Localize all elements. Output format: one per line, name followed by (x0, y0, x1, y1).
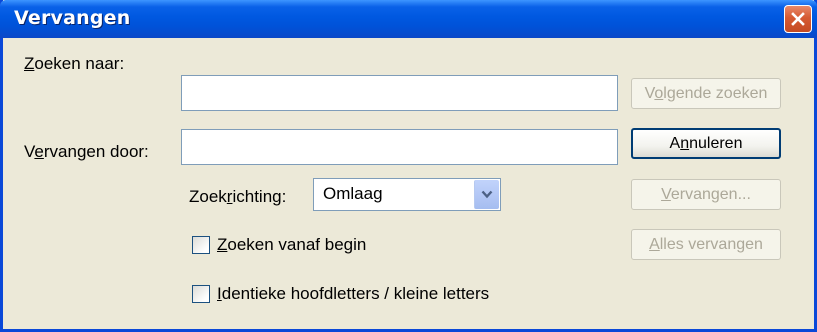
direction-selected-value: Omlaag (323, 184, 383, 203)
find-label: Zoeken naar: (24, 54, 125, 73)
replace-input[interactable] (181, 129, 618, 165)
from-start-checkbox[interactable] (192, 236, 210, 254)
direction-label: Zoekrichting: (189, 187, 287, 206)
dropdown-button[interactable] (474, 180, 499, 209)
replace-label: Vervangen door: (24, 142, 149, 161)
direction-select[interactable]: Omlaag (313, 178, 501, 211)
chevron-down-icon (481, 190, 493, 199)
find-input[interactable] (181, 75, 618, 111)
title-bar[interactable]: Vervangen (0, 0, 817, 38)
dialog-title: Vervangen (14, 7, 131, 29)
replace-button[interactable]: Vervangen... (631, 179, 781, 210)
cancel-button[interactable]: Annuleren (631, 128, 781, 159)
from-start-label[interactable]: Zoeken vanaf begin (217, 235, 366, 255)
close-icon (791, 12, 805, 26)
find-next-button[interactable]: Volgende zoeken (631, 78, 781, 109)
match-case-label[interactable]: Identieke hoofdletters / kleine letters (217, 284, 489, 304)
match-case-checkbox[interactable] (192, 285, 210, 303)
dialog-body: Zoeken naar: Vervangen door: Zoekrichtin… (3, 35, 814, 329)
replace-dialog: Vervangen Zoeken naar: Vervangen door: Z… (0, 0, 817, 332)
close-button[interactable] (784, 5, 812, 33)
replace-all-button[interactable]: Alles vervangen (631, 229, 781, 260)
